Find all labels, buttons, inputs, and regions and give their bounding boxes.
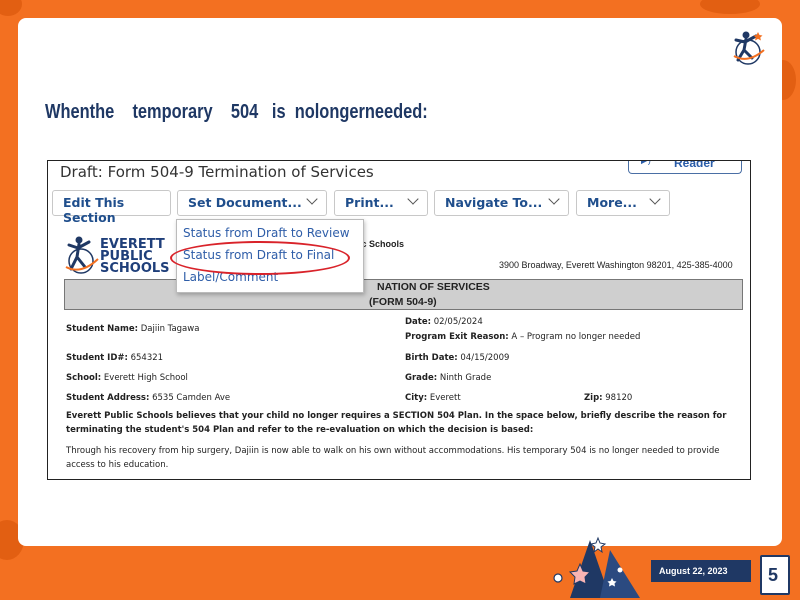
everett-public-schools-logo: EVERETT PUBLIC SCHOOLS (64, 233, 174, 279)
print-label: Print... (345, 195, 394, 210)
date-field: Date: 02/05/2024 (405, 317, 483, 327)
decorative-stars (553, 536, 640, 598)
form-title-bar: NATION OF SERVICES (64, 279, 743, 296)
reason-text: Through his recovery from hip surgery, D… (66, 446, 720, 470)
school-mascot-icon (733, 31, 765, 65)
set-document-label: Set Document... (188, 195, 302, 210)
slide-heading: Whenthe temporary 504 is nolongerneeded: (45, 101, 428, 123)
page-number: 5 (768, 565, 779, 585)
more-label: More... (587, 195, 637, 210)
immersive-reader-button[interactable]: ▶) Reader (628, 160, 742, 174)
navigate-label: Navigate To... (445, 195, 543, 210)
chevron-down-icon (649, 193, 661, 205)
form-title: NATION OF SERVICES (377, 281, 490, 293)
statement-text: Everett Public Schools believes that you… (66, 411, 727, 435)
reader-icon: ▶) (641, 160, 651, 165)
student-address-field: Student Address: 6535 Camden Ave (66, 393, 231, 403)
more-dropdown[interactable]: More... (576, 190, 670, 216)
background-splatter (0, 0, 22, 16)
footer-date-badge: August 22, 2023 (651, 560, 751, 582)
logo-line-3: SCHOOLS (100, 261, 170, 276)
exit-reason-field: Program Exit Reason: A – Program no long… (405, 332, 641, 342)
chevron-down-icon (548, 193, 560, 205)
footer-date: August 22, 2023 (659, 566, 728, 576)
school-field: School: Everett High School (66, 373, 188, 383)
grade-field: Grade: Ninth Grade (405, 373, 492, 383)
zip-field: Zip: 98120 (584, 393, 633, 403)
student-id-field: Student ID#: 654321 (66, 353, 164, 363)
menu-item-draft-to-review[interactable]: Status from Draft to Review (183, 226, 350, 240)
background-splatter (700, 0, 760, 14)
set-document-dropdown[interactable]: Set Document... (177, 190, 327, 216)
edit-section-button[interactable]: Edit This Section (52, 190, 171, 225)
form-number: (FORM 504-9) (369, 296, 437, 308)
chevron-down-icon (306, 193, 318, 205)
document-screenshot: Draft: Form 504-9 Termination of Service… (47, 160, 751, 480)
page-number-box: 5 (760, 555, 790, 595)
chevron-down-icon (407, 193, 419, 205)
birth-date-field: Birth Date: 04/15/2009 (405, 353, 510, 363)
student-name-field: Student Name: Dajiin Tagawa (66, 324, 200, 334)
document-title: Draft: Form 504-9 Termination of Service… (60, 163, 374, 181)
highlight-circle (170, 241, 350, 275)
city-field: City: Everett (405, 393, 461, 403)
reader-label: Reader (674, 160, 715, 170)
district-address: 3900 Broadway, Everett Washington 98201,… (499, 260, 733, 270)
navigate-dropdown[interactable]: Navigate To... (434, 190, 569, 216)
form-number-bar: (FORM 504-9) (64, 295, 743, 310)
print-dropdown[interactable]: Print... (334, 190, 428, 216)
school-logo-icon (65, 236, 99, 274)
edit-section-label: Edit This Section (63, 195, 125, 225)
